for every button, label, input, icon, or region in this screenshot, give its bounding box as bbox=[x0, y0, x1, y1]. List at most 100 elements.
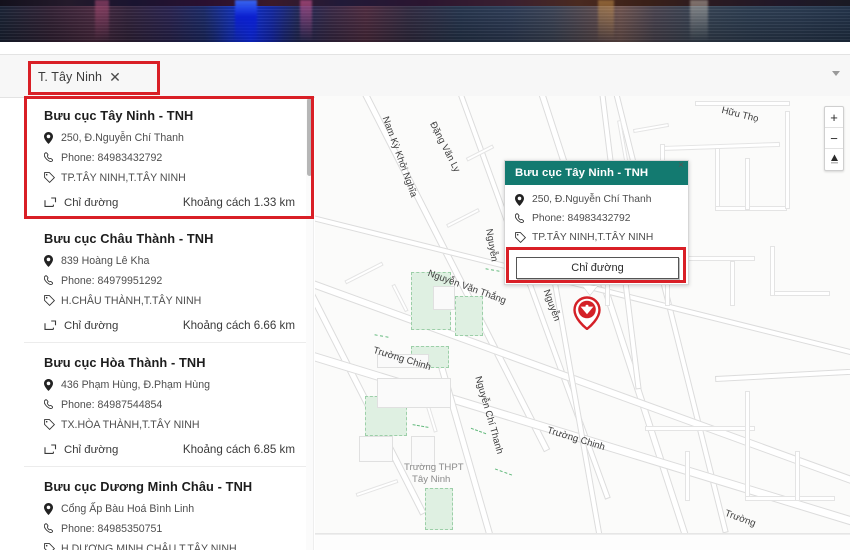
zoom-in-button[interactable]: + bbox=[825, 107, 843, 128]
map-green-area bbox=[425, 488, 453, 530]
poi-phone: Phone: 84985350751 bbox=[61, 523, 163, 535]
tag-icon bbox=[44, 172, 56, 184]
directions-button[interactable]: Chỉ đường bbox=[44, 197, 118, 209]
map-info-popup[interactable]: Bưu cục Tây Ninh - TNH × 250, Đ.Nguyễn C… bbox=[504, 160, 689, 295]
poi-phone-row: Phone: 84987544854 bbox=[44, 399, 295, 412]
map-path bbox=[374, 334, 389, 338]
poi-region: TX.HÒA THÀNH,T.TÂY NINH bbox=[61, 419, 200, 431]
popup-phone-row: Phone: 84983432792 bbox=[515, 213, 678, 225]
map-building bbox=[433, 286, 455, 310]
map-path bbox=[412, 424, 429, 428]
map-zoom-controls[interactable]: + − bbox=[824, 106, 844, 171]
poi-phone: Phone: 84979951292 bbox=[61, 275, 163, 287]
poi-region-row: TP.TÂY NINH,T.TÂY NINH bbox=[44, 172, 295, 185]
poi-phone-row: Phone: 84985350751 bbox=[44, 523, 295, 536]
sidebar-scrollbar[interactable] bbox=[306, 96, 313, 550]
map-block-road bbox=[715, 148, 720, 210]
post-office-marker[interactable] bbox=[572, 296, 602, 331]
list-item[interactable]: Bưu cục Châu Thành - TNH 839 Hoàng Lê Kha… bbox=[24, 219, 313, 343]
hero-banner-image bbox=[0, 0, 850, 42]
map-lane bbox=[391, 283, 409, 313]
results-list: Bưu cục Tây Ninh - TNH 250, Đ.Nguyễn Chí … bbox=[24, 96, 313, 550]
popup-pointer bbox=[583, 286, 597, 295]
map-footer-strip bbox=[315, 534, 850, 550]
poi-title: Bưu cục Tây Ninh - TNH bbox=[44, 108, 194, 123]
chevron-down-icon[interactable] bbox=[832, 71, 840, 76]
map-path bbox=[485, 268, 500, 272]
popup-header: Bưu cục Tây Ninh - TNH bbox=[505, 161, 688, 185]
tag-icon bbox=[44, 295, 56, 307]
popup-directions-button[interactable]: Chỉ đường bbox=[516, 257, 679, 279]
map-lane bbox=[344, 261, 384, 285]
map-pin-icon bbox=[44, 379, 56, 391]
phone-icon bbox=[44, 152, 56, 164]
map-road bbox=[715, 361, 850, 382]
map-lane bbox=[355, 478, 399, 498]
list-item[interactable]: Bưu cục Dương Minh Châu - TNH Cổng Ấp Bàu… bbox=[24, 467, 313, 550]
map-street-label: Trường Chinh bbox=[545, 425, 607, 454]
map-block-road bbox=[645, 426, 755, 431]
poi-region: H.CHÂU THÀNH,T.TÂY NINH bbox=[61, 295, 202, 307]
app-root: T. Tây Ninh ✕ Bưu cục Tây Ninh - TNH 250,… bbox=[0, 0, 850, 550]
map-pin-icon bbox=[44, 132, 56, 144]
poi-address-row: 436 Phạm Hùng, Đ.Phạm Hùng bbox=[44, 379, 295, 392]
map-block-road bbox=[745, 391, 750, 501]
popup-phone: Phone: 84983432792 bbox=[532, 213, 631, 224]
poi-title: Bưu cục Dương Minh Châu - TNH bbox=[44, 479, 253, 494]
poi-address-row: Cổng Ấp Bàu Hoá Bình Linh bbox=[44, 503, 295, 516]
map-block-road bbox=[770, 291, 830, 296]
map-block-road bbox=[730, 261, 735, 306]
poi-address: 839 Hoàng Lê Kha bbox=[61, 255, 150, 267]
popup-body: 250, Đ.Nguyễn Chí Thanh Phone: 849834327… bbox=[505, 185, 688, 244]
map-pin-icon bbox=[44, 503, 56, 515]
map-block-road bbox=[715, 206, 787, 211]
close-icon[interactable]: × bbox=[678, 161, 684, 171]
search-chip-label: T. Tây Ninh bbox=[38, 70, 103, 84]
phone-icon bbox=[44, 399, 56, 411]
poi-address-row: 839 Hoàng Lê Kha bbox=[44, 255, 295, 268]
scrollbar-thumb[interactable] bbox=[307, 98, 312, 176]
poi-footer: Chỉ đường Khoảng cách 6.66 km bbox=[44, 319, 295, 332]
map-green-area bbox=[455, 296, 483, 336]
map-block-road bbox=[770, 246, 775, 296]
search-chip[interactable]: T. Tây Ninh ✕ bbox=[38, 65, 121, 89]
map-block-road bbox=[695, 101, 790, 106]
poi-region-row: TX.HÒA THÀNH,T.TÂY NINH bbox=[44, 419, 295, 432]
map-place-label: Trường THPT bbox=[404, 462, 464, 473]
map-street-label: Đặng Văn Ly bbox=[427, 120, 463, 175]
search-bar[interactable]: T. Tây Ninh ✕ bbox=[0, 54, 850, 98]
results-sidebar[interactable]: Bưu cục Tây Ninh - TNH 250, Đ.Nguyễn Chí … bbox=[24, 96, 314, 550]
directions-button[interactable]: Chỉ đường bbox=[44, 320, 118, 332]
map-pin-icon bbox=[44, 255, 56, 267]
map-lane bbox=[446, 208, 480, 228]
map-block-road bbox=[745, 158, 750, 210]
popup-title: Bưu cục Tây Ninh - TNH bbox=[515, 167, 649, 179]
map-street-label: Trường bbox=[723, 508, 758, 530]
popup-address: 250, Đ.Nguyễn Chí Thanh bbox=[532, 194, 652, 205]
list-item[interactable]: Bưu cục Tây Ninh - TNH 250, Đ.Nguyễn Chí … bbox=[24, 96, 313, 219]
poi-footer: Chỉ đường Khoảng cách 1.33 km bbox=[44, 196, 295, 209]
banner-light-blue bbox=[235, 0, 257, 42]
map-canvas[interactable]: Nam Kỳ Khởi Nghĩa Đặng Văn Ly Hữu Thọ Nguyễ… bbox=[315, 96, 850, 534]
poi-region-row: H.CHÂU THÀNH,T.TÂY NINH bbox=[44, 295, 295, 308]
map-block-road bbox=[685, 451, 690, 501]
close-icon[interactable]: ✕ bbox=[109, 70, 121, 84]
compass-icon[interactable] bbox=[825, 149, 843, 170]
map-street-label: Hữu Thọ bbox=[720, 105, 760, 125]
tag-icon bbox=[44, 543, 56, 550]
map-building bbox=[377, 378, 451, 408]
popup-address-row: 250, Đ.Nguyễn Chí Thanh bbox=[515, 194, 678, 206]
phone-icon bbox=[44, 275, 56, 287]
zoom-out-button[interactable]: − bbox=[825, 128, 843, 149]
poi-distance: Khoảng cách 6.85 km bbox=[182, 443, 295, 456]
poi-title: Bưu cục Hòa Thành - TNH bbox=[44, 355, 206, 370]
poi-region: H.DƯƠNG MINH CHÂU,T.TÂY NINH bbox=[61, 543, 237, 550]
list-item[interactable]: Bưu cục Hòa Thành - TNH 436 Phạm Hùng, Đ.… bbox=[24, 343, 313, 467]
directions-button[interactable]: Chỉ đường bbox=[44, 444, 118, 456]
poi-distance: Khoảng cách 1.33 km bbox=[182, 196, 295, 209]
phone-icon bbox=[515, 213, 527, 225]
map-path bbox=[470, 427, 487, 435]
poi-title: Bưu cục Châu Thành - TNH bbox=[44, 231, 214, 246]
banner-light-amber bbox=[598, 0, 614, 42]
directions-icon bbox=[44, 196, 57, 209]
